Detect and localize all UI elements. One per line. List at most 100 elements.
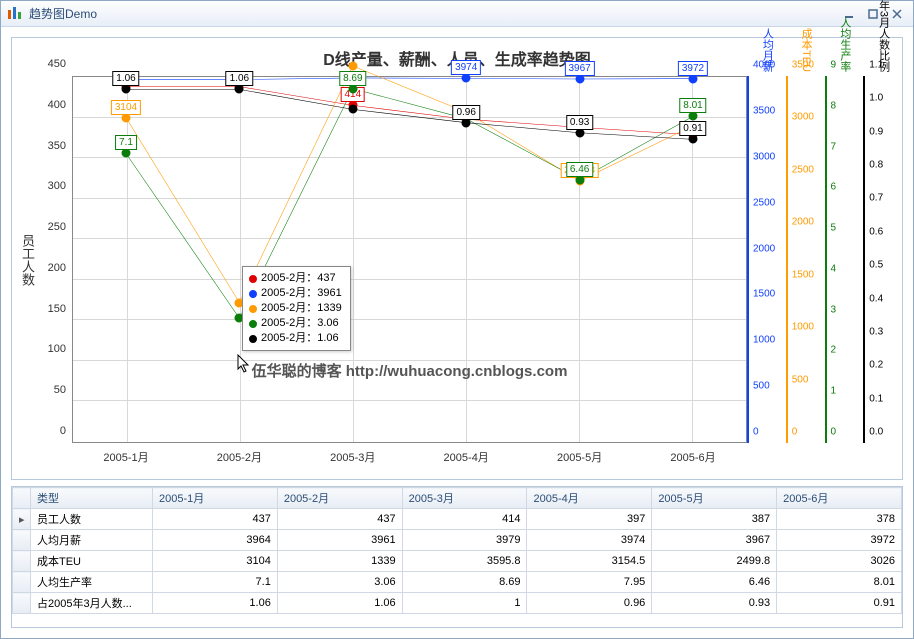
row-indicator (13, 530, 31, 551)
point-label: 3974 (451, 60, 481, 75)
table-row[interactable]: 人均月薪396439613979397439673972 (13, 530, 902, 551)
data-grid[interactable]: 类型2005-1月2005-2月2005-3月2005-4月2005-5月200… (11, 486, 903, 628)
right-axis: 人均生产率0123456789 (825, 76, 864, 443)
right-axis: 人均月薪05001000150020002500300035004000 (747, 76, 786, 443)
table-row[interactable]: 成本TEU310413393595.83154.52499.83026 (13, 551, 902, 572)
cell[interactable]: 3979 (402, 530, 527, 551)
cell[interactable]: 3964 (153, 530, 278, 551)
right-axis-tick: 0 (792, 427, 798, 438)
cell[interactable]: 7.95 (527, 572, 652, 593)
right-axis-tick: 0.5 (869, 260, 883, 271)
row-indicator (13, 593, 31, 614)
right-axis-tick: 4000 (753, 60, 775, 71)
col-header[interactable]: 2005-2月 (277, 488, 402, 509)
cell[interactable]: 6.46 (652, 572, 777, 593)
cell[interactable]: 3.06 (277, 572, 402, 593)
right-axis-tick: 0.9 (869, 126, 883, 137)
tooltip: 2005-2月：4372005-2月：39612005-2月：13392005-… (242, 266, 351, 351)
right-axis-tick: 500 (753, 381, 770, 392)
cell[interactable]: 1.06 (277, 593, 402, 614)
tooltip-text: 2005-2月：1.06 (261, 331, 339, 346)
table-row[interactable]: ▸员工人数437437414397387378 (13, 509, 902, 530)
right-axis: 成本TEU0500100015002000250030003500 (786, 76, 825, 443)
y-tick: 300 (26, 180, 66, 192)
right-axis-tick: 0 (753, 427, 759, 438)
content-area: D线产量、薪酬、人员、生成率趋势图 员工人数 05010015020025030… (1, 27, 913, 638)
col-header[interactable]: 2005-3月 (402, 488, 527, 509)
col-header[interactable]: 2005-6月 (777, 488, 902, 509)
swatch-icon (249, 275, 257, 283)
row-label: 成本TEU (31, 551, 153, 572)
window-title: 趋势图Demo (29, 5, 835, 22)
right-axis-label: 人均生产率 (837, 17, 853, 72)
right-axis-tick: 0 (831, 427, 837, 438)
cell[interactable]: 3595.8 (402, 551, 527, 572)
right-axis-tick: 3 (831, 304, 837, 315)
y-axis-left: 员工人数 050100150200250300350400450 (12, 76, 72, 443)
cell[interactable]: 8.01 (777, 572, 902, 593)
cell[interactable]: 3974 (527, 530, 652, 551)
cell[interactable]: 2499.8 (652, 551, 777, 572)
y-axis-label: 员工人数 (18, 234, 37, 286)
tooltip-row: 2005-2月：3961 (249, 286, 342, 301)
cell[interactable]: 1 (402, 593, 527, 614)
cursor-icon (237, 354, 251, 374)
cell[interactable]: 437 (153, 509, 278, 530)
cell[interactable]: 378 (777, 509, 902, 530)
data-point[interactable] (348, 105, 357, 114)
row-indicator (13, 572, 31, 593)
cell[interactable]: 397 (527, 509, 652, 530)
titlebar[interactable]: 趋势图Demo (1, 1, 913, 27)
cell[interactable]: 3026 (777, 551, 902, 572)
tooltip-row: 2005-2月：3.06 (249, 316, 342, 331)
right-axis-tick: 0.0 (869, 427, 883, 438)
x-tick: 2005-4月 (444, 449, 489, 465)
right-axis-tick: 1.1 (869, 60, 883, 71)
col-header[interactable]: 2005-5月 (652, 488, 777, 509)
cell[interactable]: 1339 (277, 551, 402, 572)
right-axis-tick: 2000 (753, 243, 775, 254)
x-tick: 2005-1月 (103, 449, 148, 465)
point-label: 6.46 (566, 162, 593, 177)
col-header[interactable]: 2005-1月 (153, 488, 278, 509)
cell[interactable]: 3961 (277, 530, 402, 551)
point-label: 0.91 (679, 121, 706, 136)
plot-area[interactable]: 41439743967397231042499.87.18.696.468.01… (72, 76, 747, 443)
table-row[interactable]: 人均生产率7.13.068.697.956.468.01 (13, 572, 902, 593)
right-axis-tick: 500 (792, 374, 809, 385)
cell[interactable]: 0.93 (652, 593, 777, 614)
row-label: 人均月薪 (31, 530, 153, 551)
right-axis-tick: 1500 (753, 289, 775, 300)
cell[interactable]: 3154.5 (527, 551, 652, 572)
swatch-icon (249, 335, 257, 343)
right-axis-tick: 3000 (753, 151, 775, 162)
right-axis-tick: 1000 (753, 335, 775, 346)
right-axis-tick: 8 (831, 100, 837, 111)
watermark-text: 伍华聪的博客 http://wuhuacong.cnblogs.com (252, 360, 568, 381)
cell[interactable]: 3967 (652, 530, 777, 551)
y-tick: 250 (26, 221, 66, 233)
point-label: 8.69 (339, 71, 366, 86)
cell[interactable]: 1.06 (153, 593, 278, 614)
row-indicator (13, 551, 31, 572)
cell[interactable]: 437 (277, 509, 402, 530)
x-tick: 2005-3月 (330, 449, 375, 465)
right-axis-tick: 3500 (792, 60, 814, 71)
cell[interactable]: 0.91 (777, 593, 902, 614)
right-axis-tick: 3000 (792, 112, 814, 123)
row-label: 员工人数 (31, 509, 153, 530)
col-header[interactable]: 2005-4月 (527, 488, 652, 509)
data-point[interactable] (348, 61, 357, 70)
cell[interactable]: 3104 (153, 551, 278, 572)
right-axis-tick: 2500 (792, 164, 814, 175)
right-axis-tick: 0.4 (869, 293, 883, 304)
table-row[interactable]: 占2005年3月人数...1.061.0610.960.930.91 (13, 593, 902, 614)
cell[interactable]: 0.96 (527, 593, 652, 614)
cell[interactable]: 387 (652, 509, 777, 530)
col-type[interactable]: 类型 (31, 488, 153, 509)
cell[interactable]: 7.1 (153, 572, 278, 593)
cell[interactable]: 414 (402, 509, 527, 530)
cell[interactable]: 3972 (777, 530, 902, 551)
cell[interactable]: 8.69 (402, 572, 527, 593)
row-label: 人均生产率 (31, 572, 153, 593)
